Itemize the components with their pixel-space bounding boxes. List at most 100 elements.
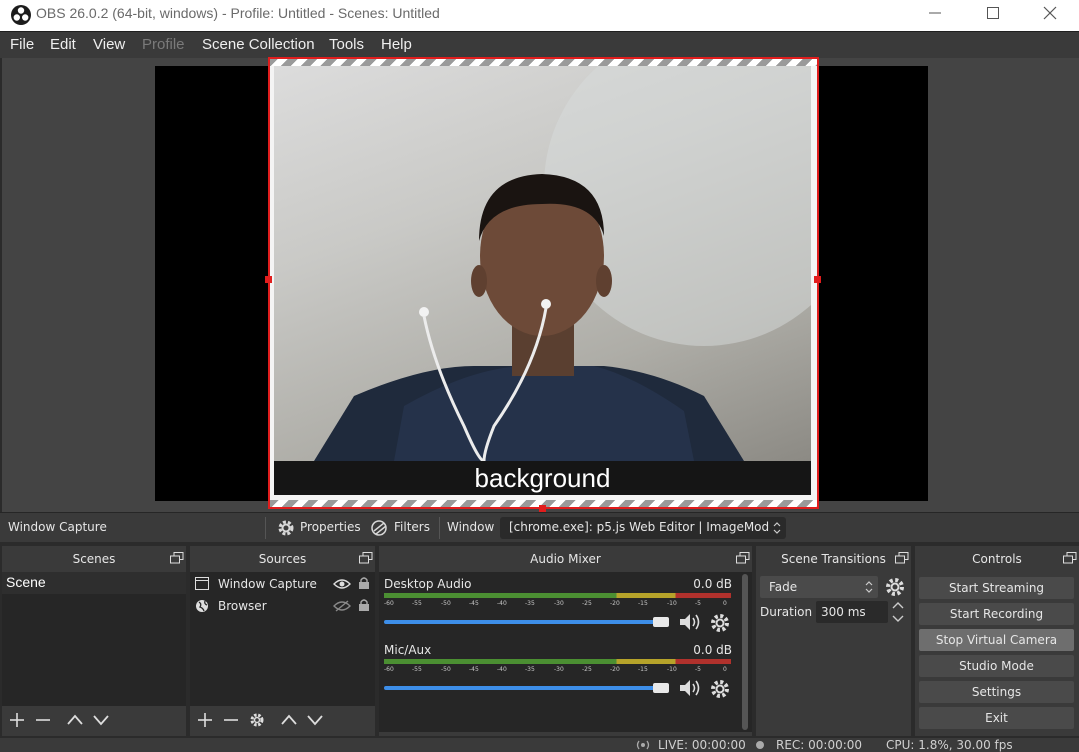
list-item[interactable]: Browser bbox=[190, 595, 375, 617]
scenes-footer bbox=[2, 706, 186, 734]
window-select[interactable]: [chrome.exe]: p5.js Web Editor | ImageMo… bbox=[500, 517, 786, 539]
volume-slider-knob[interactable] bbox=[653, 617, 669, 627]
resize-handle-left[interactable] bbox=[265, 276, 272, 283]
menu-profile[interactable]: Profile bbox=[142, 36, 185, 53]
menu-bar: File Edit View Profile Scene Collection … bbox=[0, 31, 1079, 58]
selection-edge-top bbox=[268, 57, 819, 59]
menu-help[interactable]: Help bbox=[381, 36, 412, 53]
meter-tick-label: -45 bbox=[469, 600, 479, 607]
speaker-icon[interactable] bbox=[678, 612, 702, 632]
meter-scale: -60 -55 -50 -45 -40 -35 -30 -25 -20 -15 -10 -5 0 bbox=[384, 666, 731, 674]
scenes-list: Scene bbox=[2, 572, 186, 706]
plus-icon[interactable] bbox=[8, 712, 26, 728]
window-capture-icon bbox=[195, 577, 209, 590]
mixer-scrollbar[interactable] bbox=[742, 574, 748, 730]
status-bar: LIVE: 00:00:00 REC: 00:00:00 CPU: 1.8%, … bbox=[0, 738, 1079, 752]
stepper-icon[interactable] bbox=[890, 600, 906, 624]
chevron-down-icon[interactable] bbox=[92, 712, 110, 728]
controls-title: Controls bbox=[972, 552, 1022, 566]
audio-mixer-body: Desktop Audio 0.0 dB -60 -55 -50 -45 -40 -35-… bbox=[379, 572, 752, 732]
lock-icon[interactable] bbox=[358, 576, 370, 590]
close-icon bbox=[1043, 6, 1057, 20]
transition-select[interactable]: Fade bbox=[760, 576, 878, 598]
transition-type: Fade bbox=[769, 580, 798, 594]
menu-file[interactable]: File bbox=[10, 36, 34, 53]
volume-slider[interactable] bbox=[384, 686, 664, 690]
chevron-up-icon[interactable] bbox=[280, 712, 298, 728]
resize-handle-right[interactable] bbox=[814, 276, 821, 283]
menu-tools[interactable]: Tools bbox=[329, 36, 364, 53]
filters-button[interactable]: Filters bbox=[370, 518, 432, 538]
overlay-text-bar: background bbox=[274, 461, 811, 495]
undock-icon[interactable] bbox=[170, 552, 184, 564]
gear-icon[interactable] bbox=[884, 576, 906, 598]
minus-icon[interactable] bbox=[34, 712, 52, 728]
properties-button[interactable]: Properties bbox=[276, 518, 366, 538]
meter-tick-label: -5 bbox=[695, 666, 701, 673]
maximize-button[interactable] bbox=[964, 0, 1022, 31]
settings-button[interactable]: Settings bbox=[919, 681, 1074, 703]
studio-mode-button[interactable]: Studio Mode bbox=[919, 655, 1074, 677]
sources-dock: Sources Window Capture Browser bbox=[190, 546, 375, 736]
volume-slider[interactable] bbox=[384, 620, 664, 624]
selection-edge-left bbox=[268, 57, 270, 509]
obs-logo-icon bbox=[11, 5, 31, 25]
list-item[interactable]: Scene bbox=[2, 572, 186, 594]
menu-scene-collection[interactable]: Scene Collection bbox=[202, 36, 315, 53]
speaker-icon[interactable] bbox=[678, 678, 702, 698]
channel-name: Desktop Audio bbox=[384, 577, 472, 591]
window-title: OBS 26.0.2 (64-bit, windows) - Profile: … bbox=[36, 5, 440, 21]
gear-icon[interactable] bbox=[709, 678, 731, 700]
undock-icon[interactable] bbox=[1063, 552, 1077, 564]
eye-hidden-icon[interactable] bbox=[333, 600, 351, 612]
resize-handle-bottom[interactable] bbox=[539, 505, 546, 512]
meter-tick-label: -55 bbox=[412, 600, 422, 607]
live-signal-icon bbox=[636, 740, 650, 750]
filters-label: Filters bbox=[394, 520, 430, 534]
chevron-up-icon[interactable] bbox=[66, 712, 84, 728]
minimize-button[interactable] bbox=[906, 0, 964, 31]
volume-meter bbox=[384, 593, 731, 598]
start-streaming-button[interactable]: Start Streaming bbox=[919, 577, 1074, 599]
channel-db: 0.0 dB bbox=[693, 643, 732, 657]
eye-icon[interactable] bbox=[333, 578, 351, 590]
undock-icon[interactable] bbox=[736, 552, 750, 564]
gear-icon[interactable] bbox=[248, 712, 266, 728]
gear-icon[interactable] bbox=[709, 612, 731, 634]
minus-icon[interactable] bbox=[222, 712, 240, 728]
start-recording-button[interactable]: Start Recording bbox=[919, 603, 1074, 625]
menu-view[interactable]: View bbox=[93, 36, 125, 53]
maximize-icon bbox=[987, 7, 999, 19]
meter-tick-label: -30 bbox=[554, 600, 564, 607]
menu-edit[interactable]: Edit bbox=[50, 36, 76, 53]
duration-input[interactable]: 300 ms bbox=[816, 601, 888, 623]
toolbar-divider bbox=[439, 517, 440, 539]
lock-icon[interactable] bbox=[358, 598, 370, 612]
undock-icon[interactable] bbox=[895, 552, 909, 564]
close-button[interactable] bbox=[1021, 0, 1079, 31]
list-item[interactable]: Window Capture bbox=[190, 573, 375, 595]
gear-icon bbox=[278, 520, 294, 536]
cpu-status: CPU: 1.8%, 30.00 fps bbox=[886, 738, 1013, 752]
record-dot-icon bbox=[756, 741, 764, 749]
stop-virtual-camera-button[interactable]: Stop Virtual Camera bbox=[919, 629, 1074, 651]
scene-name: Scene bbox=[6, 574, 46, 590]
crop-stripes-top bbox=[269, 58, 818, 66]
meter-tick-label: -60 bbox=[384, 666, 394, 673]
audio-mixer-title: Audio Mixer bbox=[530, 552, 601, 566]
sources-footer bbox=[190, 706, 375, 734]
meter-tick-label: -35 bbox=[525, 666, 535, 673]
globe-icon bbox=[196, 600, 208, 612]
plus-icon[interactable] bbox=[196, 712, 214, 728]
chevron-down-icon[interactable] bbox=[306, 712, 324, 728]
controls-dock: Controls Start Streaming Start Recording… bbox=[915, 546, 1079, 736]
source-name: Browser bbox=[218, 599, 267, 613]
meter-tick-label: -55 bbox=[412, 666, 422, 673]
meter-tick-label: -15 bbox=[638, 600, 648, 607]
audio-mixer-dock: Audio Mixer Desktop Audio 0.0 dB -60 -55 -… bbox=[379, 546, 752, 736]
undock-icon[interactable] bbox=[359, 552, 373, 564]
volume-slider-knob[interactable] bbox=[653, 683, 669, 693]
exit-button[interactable]: Exit bbox=[919, 707, 1074, 729]
channel-db: 0.0 dB bbox=[693, 577, 732, 591]
sources-list: Window Capture Browser bbox=[190, 572, 375, 706]
